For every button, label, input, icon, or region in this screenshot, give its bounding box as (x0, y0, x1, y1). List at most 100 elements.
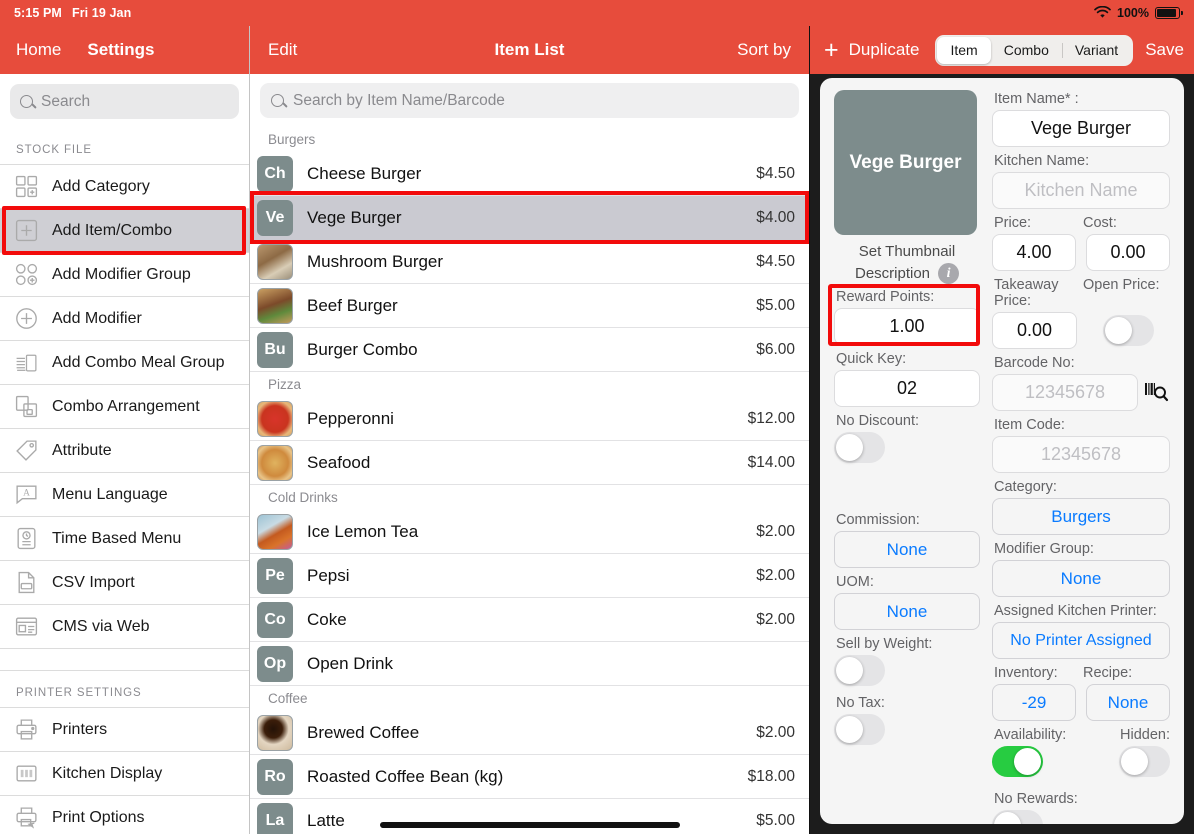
sort-by-button[interactable]: Sort by (737, 40, 791, 60)
sidebar-sections: STOCK FILE Add Category Add Item/Combo Add … (0, 128, 249, 834)
item-row[interactable]: Brewed Coffee $2.00 (250, 711, 809, 755)
status-bar-left: 5:15 PM Fri 19 Jan (14, 6, 131, 20)
item-name: Pepsi (307, 565, 350, 585)
sidebar-item-label: Print Options (52, 808, 145, 826)
info-icon[interactable]: i (938, 263, 960, 284)
nav-settings-title: Settings (87, 40, 155, 59)
item-row[interactable]: Ve Vege Burger $4.00 (250, 191, 809, 244)
category-selector[interactable]: Burgers (992, 498, 1170, 535)
edit-button[interactable]: Edit (268, 40, 297, 60)
cost-label: Cost: (1083, 215, 1117, 231)
inventory-value[interactable]: -29 (992, 684, 1076, 721)
commission-selector[interactable]: None (834, 531, 980, 568)
item-row[interactable]: Mushroom Burger $4.50 (250, 240, 809, 284)
hidden-toggle[interactable] (1119, 746, 1170, 777)
type-segmented-control[interactable]: Item Combo Variant (935, 34, 1134, 66)
category-label: Category: (994, 479, 1057, 495)
item-row[interactable]: Pe Pepsi $2.00 (250, 554, 809, 598)
sidebar-item-label: Add Category (52, 177, 150, 195)
add-category-icon (14, 174, 39, 199)
kitchen-name-input[interactable]: Kitchen Name (992, 172, 1170, 209)
sidebar-item-add-item-combo[interactable]: Add Item/Combo (0, 206, 249, 255)
no-rewards-toggle[interactable] (992, 810, 1043, 824)
sidebar-item-label: Combo Arrangement (52, 397, 200, 415)
item-search-input[interactable]: Search by Item Name/Barcode (260, 83, 799, 118)
item-list-title: Item List (494, 40, 565, 59)
item-thumbnail: Bu (257, 331, 293, 368)
status-time: 5:15 PM (14, 6, 62, 20)
item-row[interactable]: La Latte $5.00 (250, 799, 809, 834)
item-name-input[interactable]: Vege Burger (992, 110, 1170, 147)
takeaway-price-label: Takeaway Price: (994, 277, 1059, 309)
add-modifier-icon (14, 306, 39, 331)
segment-combo[interactable]: Combo (991, 37, 1062, 64)
item-thumbnail (257, 714, 293, 751)
item-code-input[interactable]: 12345678 (992, 436, 1170, 473)
assigned-printer-selector[interactable]: No Printer Assigned (992, 622, 1170, 659)
open-price-toggle[interactable] (1103, 315, 1154, 346)
item-detail-column: + Duplicate Item Combo Variant Save Vege… (810, 0, 1194, 834)
item-category-header: Burgers (250, 127, 809, 152)
sidebar-item-printers[interactable]: Printers (0, 708, 249, 752)
item-name: Brewed Coffee (307, 722, 420, 742)
no-tax-toggle[interactable] (834, 714, 885, 745)
sidebar-item-menu-language[interactable]: A Menu Language (0, 473, 249, 517)
sidebar-item-label: Kitchen Display (52, 764, 163, 782)
item-row[interactable]: Co Coke $2.00 (250, 598, 809, 642)
item-thumbnail: La (257, 802, 293, 834)
sidebar-item-add-category[interactable]: Add Category (0, 165, 249, 209)
sell-by-weight-toggle[interactable] (834, 655, 885, 686)
sidebar-item-cms-via-web[interactable]: CMS via Web (0, 605, 249, 649)
printer-icon (14, 717, 39, 742)
save-button[interactable]: Save (1145, 40, 1184, 60)
barcode-input[interactable]: 12345678 (992, 374, 1138, 411)
sidebar-item-kitchen-display[interactable]: Kitchen Display (0, 752, 249, 796)
quick-key-input[interactable]: 02 (834, 370, 980, 407)
no-tax-label: No Tax: (836, 695, 885, 711)
no-discount-toggle[interactable] (834, 432, 885, 463)
item-name: Ice Lemon Tea (307, 521, 419, 541)
uom-selector[interactable]: None (834, 593, 980, 630)
nav-home-button[interactable]: Home (16, 40, 61, 60)
sidebar-item-attribute[interactable]: Attribute (0, 429, 249, 473)
item-row[interactable]: Seafood $14.00 (250, 441, 809, 485)
item-name: Open Drink (307, 653, 393, 673)
item-row[interactable]: Pepperonni $12.00 (250, 397, 809, 441)
sidebar-item-add-modifier[interactable]: Add Modifier (0, 297, 249, 341)
barcode-scan-icon[interactable] (1142, 381, 1170, 404)
item-search-wrap: Search by Item Name/Barcode (250, 74, 809, 127)
add-button[interactable]: + (824, 37, 839, 63)
item-row[interactable]: Bu Burger Combo $6.00 (250, 328, 809, 372)
item-list-column: Edit Item List Sort by Search by Item Na… (250, 0, 810, 834)
cost-input[interactable]: 0.00 (1086, 234, 1170, 271)
takeaway-price-input[interactable]: 0.00 (992, 312, 1077, 349)
sidebar-item-time-based-menu[interactable]: Time Based Menu (0, 517, 249, 561)
description-row[interactable]: Description i (834, 263, 980, 288)
duplicate-button[interactable]: Duplicate (849, 40, 920, 60)
battery-percent: 100% (1117, 6, 1149, 20)
sidebar-item-add-combo-meal-group[interactable]: Add Combo Meal Group (0, 341, 249, 385)
item-row[interactable]: Op Open Drink (250, 642, 809, 686)
sidebar-navbar: Home Settings (0, 26, 249, 74)
item-name: Roasted Coffee Bean (kg) (307, 766, 504, 786)
sidebar-search-input[interactable]: Search (10, 84, 239, 119)
sidebar-item-print-options[interactable]: Print Options (0, 796, 249, 834)
sidebar-item-csv-import[interactable]: CSV Import (0, 561, 249, 605)
item-row[interactable]: Ch Cheese Burger $4.50 (250, 152, 809, 196)
item-row[interactable]: Ice Lemon Tea $2.00 (250, 510, 809, 554)
segment-item[interactable]: Item (937, 36, 991, 64)
svg-text:A: A (23, 489, 30, 499)
set-thumbnail-button[interactable]: Set Thumbnail (834, 235, 980, 263)
availability-toggle[interactable] (992, 746, 1043, 777)
sidebar-item-combo-arrangement[interactable]: Combo Arrangement (0, 385, 249, 429)
segment-variant[interactable]: Variant (1061, 37, 1131, 64)
modifier-group-selector[interactable]: None (992, 560, 1170, 597)
item-row[interactable]: Beef Burger $5.00 (250, 284, 809, 328)
inventory-label: Inventory: (994, 665, 1058, 681)
recipe-selector[interactable]: None (1086, 684, 1170, 721)
sidebar-item-add-modifier-group[interactable]: Add Modifier Group (0, 253, 249, 297)
item-row[interactable]: Ro Roasted Coffee Bean (kg) $18.00 (250, 755, 809, 799)
reward-points-input[interactable]: 1.00 (834, 308, 980, 345)
price-input[interactable]: 4.00 (992, 234, 1076, 271)
item-thumbnail[interactable]: Vege Burger (834, 90, 977, 235)
